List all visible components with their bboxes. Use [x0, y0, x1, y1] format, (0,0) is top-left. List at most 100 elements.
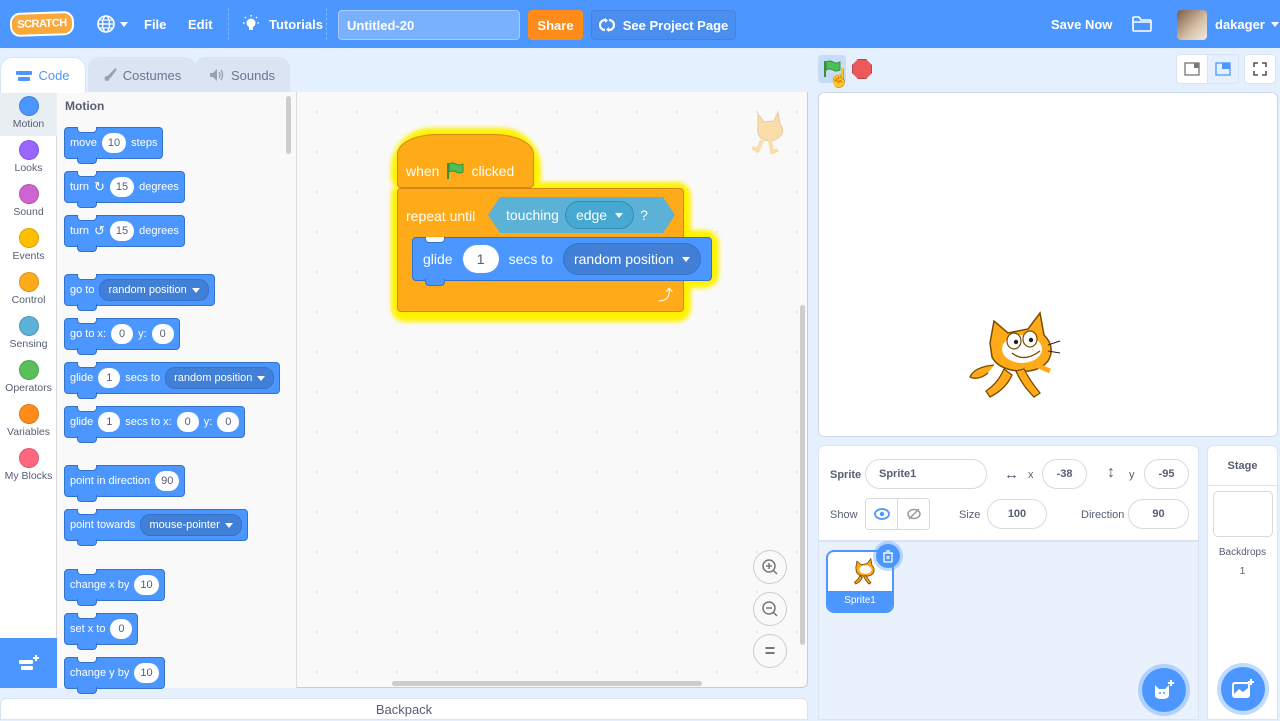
block-turn-right[interactable]: turn ↻ 15 degrees [64, 171, 185, 208]
folder-icon [1132, 16, 1152, 32]
language-menu[interactable] [96, 0, 128, 48]
point-towards-dropdown[interactable]: mouse-pointer [140, 514, 242, 536]
script-glide-block[interactable]: glide 1 secs to random position [412, 237, 712, 286]
degrees-input[interactable]: 15 [109, 177, 135, 197]
palette-scrollbar[interactable] [286, 96, 291, 154]
y-position-input[interactable]: -95 [1144, 459, 1189, 489]
category-motion[interactable]: Motion [0, 92, 57, 136]
block-turn-left[interactable]: turn ↺ 15 degrees [64, 215, 185, 252]
fullscreen-button[interactable] [1244, 54, 1276, 84]
project-title-input[interactable] [338, 10, 520, 40]
size-input[interactable]: 100 [987, 499, 1047, 529]
add-extension-button[interactable] [0, 638, 57, 688]
file-menu[interactable]: File [144, 0, 166, 48]
see-project-page-label: See Project Page [622, 17, 729, 33]
block-text: turn [70, 225, 89, 237]
share-button[interactable]: Share [528, 10, 583, 40]
sprite-name-input[interactable]: Sprite1 [865, 459, 987, 489]
block-change-x[interactable]: change x by 10 [64, 569, 165, 606]
tab-costumes[interactable]: Costumes [88, 57, 196, 92]
category-looks[interactable]: Looks [0, 136, 57, 180]
choose-backdrop-button[interactable] [1221, 667, 1265, 711]
zoom-out-button[interactable] [753, 592, 787, 626]
block-go-to-xy[interactable]: go to x: 0 y: 0 [64, 318, 180, 355]
zoom-reset-button[interactable]: = [753, 634, 787, 668]
go-to-target-dropdown[interactable]: random position [99, 279, 209, 301]
zoom-in-button[interactable] [753, 550, 787, 584]
show-sprite-button[interactable] [865, 498, 898, 530]
block-text: move [70, 137, 97, 149]
trash-icon [883, 549, 893, 563]
tab-code[interactable]: Code [0, 57, 86, 93]
x-input[interactable]: 0 [111, 324, 134, 344]
category-operators[interactable]: Operators [0, 356, 57, 400]
block-go-to[interactable]: go to random position [64, 274, 215, 311]
category-my-blocks[interactable]: My Blocks [0, 444, 57, 488]
degrees-input[interactable]: 15 [109, 221, 135, 241]
y-input[interactable]: 0 [217, 412, 240, 432]
y-input[interactable]: 0 [151, 324, 174, 344]
secs-input[interactable]: 1 [98, 412, 121, 432]
my-stuff-button[interactable] [1131, 0, 1153, 48]
glide-target-dropdown[interactable]: random position [562, 243, 701, 275]
secs-input[interactable]: 1 [98, 368, 121, 388]
category-label: Operators [5, 382, 52, 394]
normal-stage-button[interactable] [1207, 54, 1239, 84]
block-point-in-direction[interactable]: point in direction 90 [64, 465, 186, 502]
choose-sprite-button[interactable] [1142, 668, 1186, 712]
secs-input[interactable]: 1 [462, 245, 499, 273]
block-glide-to-xy[interactable]: glide 1 secs to x: 0 y: 0 [64, 406, 246, 443]
block-glide-to[interactable]: glide 1 secs to random position [64, 362, 281, 399]
set-x-input[interactable]: 0 [110, 619, 133, 639]
category-sound[interactable]: Sound [0, 180, 57, 224]
sprite-watermark-icon [744, 108, 790, 158]
stop-button[interactable] [852, 59, 872, 79]
touching-sensing-block[interactable]: touching edge ? [488, 197, 675, 233]
x-position-input[interactable]: -38 [1042, 459, 1087, 489]
direction-input[interactable]: 90 [155, 471, 180, 491]
block-text: go to x: [70, 328, 107, 340]
tab-sounds[interactable]: Sounds [194, 57, 290, 92]
tab-code-label: Code [38, 68, 70, 83]
tutorials-button[interactable]: Tutorials [241, 0, 323, 48]
stage-canvas[interactable] [818, 92, 1278, 437]
mouse-cursor-icon: ☝ [828, 68, 851, 88]
user-avatar[interactable] [1177, 10, 1207, 40]
category-variables[interactable]: Variables [0, 400, 57, 444]
block-set-x[interactable]: set x to 0 [64, 613, 139, 650]
workspace-vertical-scrollbar[interactable] [800, 305, 805, 645]
steps-input[interactable]: 10 [101, 133, 127, 153]
save-now-button[interactable]: Save Now [1051, 0, 1112, 48]
category-events[interactable]: Events [0, 224, 57, 268]
block-change-y[interactable]: change y by 10 [64, 657, 165, 694]
see-project-page-button[interactable]: See Project Page [591, 10, 736, 40]
scratch-logo[interactable]: SCRATCH [9, 10, 75, 38]
when-flag-clicked-block[interactable]: when clicked [397, 134, 534, 188]
touching-target-dropdown[interactable]: edge [565, 201, 634, 229]
account-menu[interactable]: dakager [1215, 0, 1279, 48]
backpack-header[interactable]: Backpack [0, 698, 808, 720]
category-control[interactable]: Control [0, 268, 57, 312]
block-move-steps[interactable]: move 10 steps [64, 127, 164, 164]
block-point-towards[interactable]: point towards mouse-pointer [64, 509, 248, 546]
hide-sprite-button[interactable] [897, 498, 930, 530]
change-x-input[interactable]: 10 [134, 575, 159, 595]
backdrop-thumbnail[interactable] [1213, 491, 1273, 537]
direction-input[interactable]: 90 [1128, 499, 1189, 529]
workspace-horizontal-scrollbar[interactable] [392, 681, 702, 686]
edit-menu[interactable]: Edit [188, 0, 213, 48]
cat-thumbnail-icon [853, 557, 875, 585]
block-text: y: [138, 328, 147, 340]
rotate-left-icon: ↺ [93, 223, 105, 238]
delete-sprite-button[interactable] [876, 544, 900, 568]
x-input[interactable]: 0 [176, 412, 199, 432]
glide-target-dropdown[interactable]: random position [165, 367, 275, 389]
block-text: glide [70, 372, 94, 384]
dropdown-arrow-icon [615, 213, 623, 218]
equals-icon: = [764, 640, 776, 661]
stage-target-panel[interactable]: Stage Backdrops 1 [1207, 445, 1278, 720]
dropdown-arrow-icon [257, 375, 266, 381]
change-y-input[interactable]: 10 [134, 663, 159, 683]
small-stage-button[interactable] [1176, 54, 1208, 84]
category-sensing[interactable]: Sensing [0, 312, 57, 356]
